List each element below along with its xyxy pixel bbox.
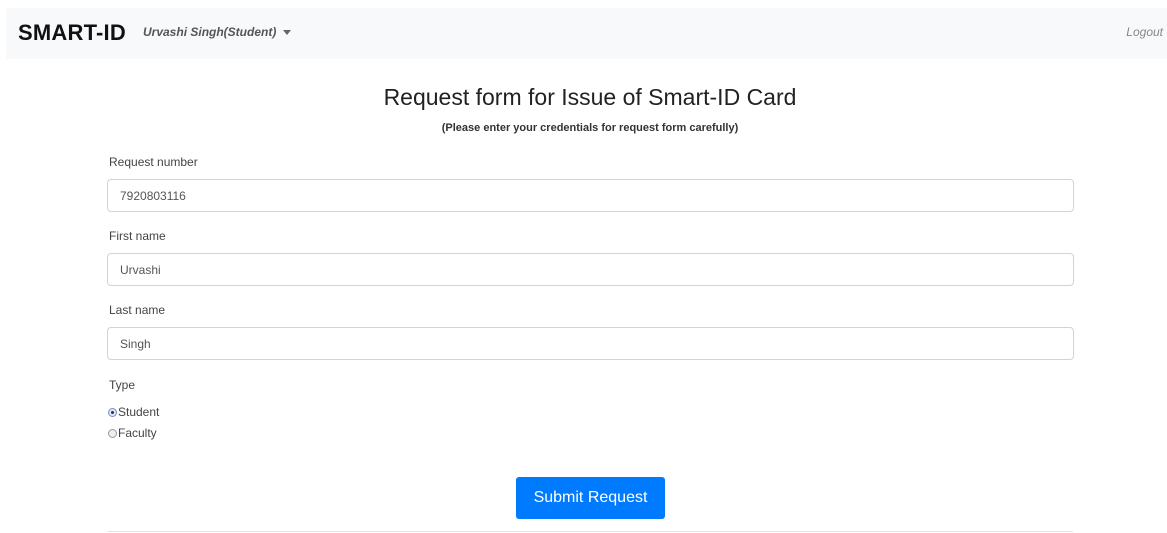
form-divider xyxy=(108,531,1073,532)
brand-logo[interactable]: SMART-ID xyxy=(18,20,126,46)
type-option-student[interactable]: Student xyxy=(108,405,159,419)
page-subtitle: (Please enter your credentials for reque… xyxy=(441,122,739,134)
last-name-input[interactable] xyxy=(107,327,1074,360)
request-number-input[interactable] xyxy=(107,179,1074,212)
submit-request-button[interactable]: Submit Request xyxy=(516,477,665,519)
user-name-label: Urvashi Singh(Student) xyxy=(143,25,277,39)
first-name-label: First name xyxy=(109,229,166,243)
caret-down-icon xyxy=(283,29,292,35)
first-name-input[interactable] xyxy=(107,253,1074,286)
last-name-label: Last name xyxy=(109,303,166,317)
type-option-faculty[interactable]: Faculty xyxy=(108,426,157,440)
radio-student[interactable] xyxy=(108,407,117,417)
request-number-label: Request number xyxy=(109,155,198,169)
page-title: Request form for Issue of Smart-ID Card xyxy=(383,84,797,110)
user-menu-dropdown[interactable]: Urvashi Singh(Student) xyxy=(143,25,292,39)
navbar: SMART-ID Urvashi Singh(Student) Logout xyxy=(6,8,1167,59)
type-option-faculty-label: Faculty xyxy=(118,426,157,440)
type-option-student-label: Student xyxy=(118,405,160,419)
logout-link[interactable]: Logout xyxy=(1126,25,1163,39)
radio-faculty[interactable] xyxy=(108,428,117,438)
type-label: Type xyxy=(109,378,136,392)
